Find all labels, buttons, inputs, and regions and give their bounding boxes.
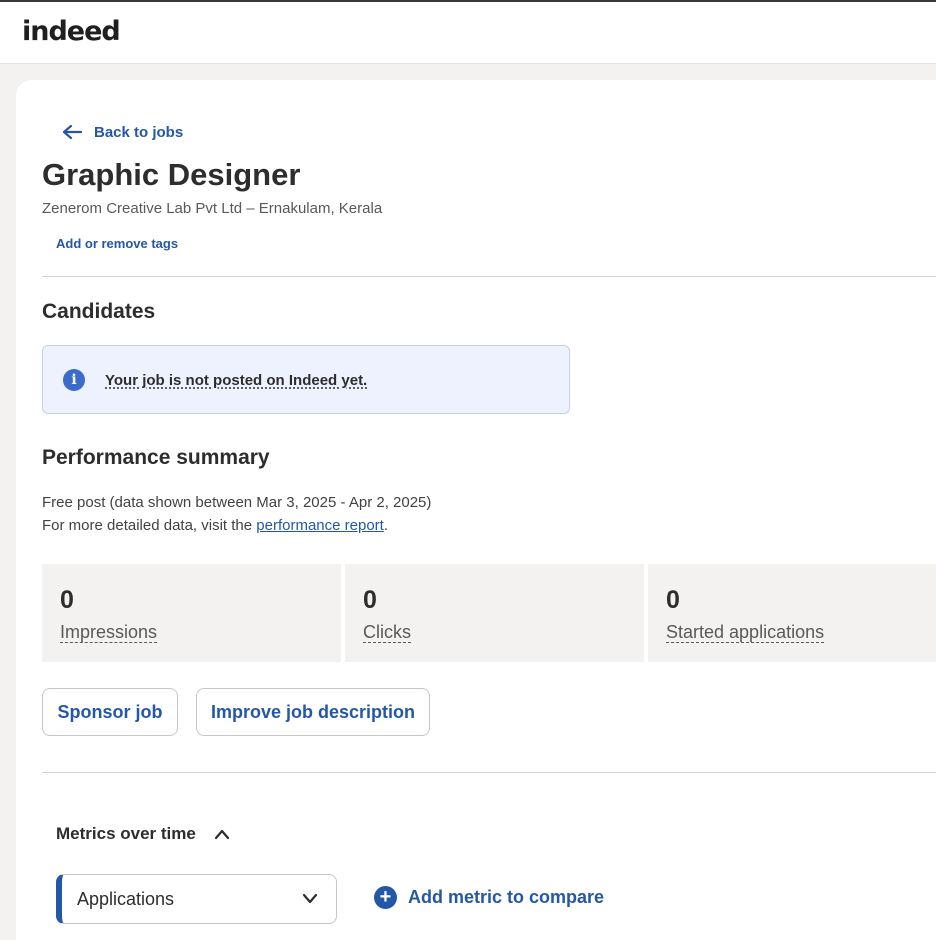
- sponsor-job-button[interactable]: Sponsor job: [42, 688, 178, 736]
- candidates-heading: Candidates: [42, 300, 156, 323]
- performance-summary-heading: Performance summary: [42, 446, 270, 469]
- performance-report-line: For more detailed data, visit the perfor…: [42, 517, 388, 534]
- chevron-up-icon: [214, 829, 229, 840]
- add-metric-label: Add metric to compare: [408, 887, 605, 907]
- performance-date-range: Free post (data shown between Mar 3, 202…: [42, 494, 432, 511]
- info-icon: i: [63, 369, 85, 391]
- improve-job-description-button[interactable]: Improve job description: [196, 688, 430, 736]
- stat-label[interactable]: Started applications: [666, 622, 824, 643]
- back-to-jobs-link[interactable]: Back to jobs: [62, 122, 183, 142]
- not-posted-notice: i Your job is not posted on Indeed yet.: [42, 345, 570, 414]
- stat-value: 0: [60, 586, 74, 614]
- metric-select-value: Applications: [77, 889, 175, 909]
- stat-label[interactable]: Impressions: [60, 622, 157, 643]
- stat-impressions: 0 Impressions: [42, 564, 341, 662]
- stat-value: 0: [363, 586, 377, 614]
- section-divider: [42, 276, 936, 277]
- plus-circle-icon: +: [374, 886, 397, 909]
- stat-started-applications: 0 Started applications: [648, 564, 936, 662]
- add-metric-button[interactable]: + Add metric to compare: [374, 886, 604, 909]
- back-to-jobs-label: Back to jobs: [94, 123, 184, 141]
- performance-report-suffix: .: [383, 517, 389, 534]
- stat-label[interactable]: Clicks: [363, 622, 411, 643]
- arrow-left-icon: [62, 124, 82, 140]
- metrics-over-time-toggle[interactable]: Metrics over time: [56, 824, 230, 844]
- indeed-logo[interactable]: indeed: [22, 16, 121, 47]
- performance-report-link[interactable]: performance report: [256, 517, 384, 534]
- stat-value: 0: [666, 586, 680, 614]
- top-bar: indeed: [0, 0, 936, 64]
- section-divider: [42, 772, 936, 773]
- chevron-down-icon: [302, 893, 318, 904]
- add-remove-tags-link[interactable]: Add or remove tags: [56, 236, 178, 251]
- stat-clicks: 0 Clicks: [345, 564, 644, 662]
- company-location: Zenerom Creative Lab Pvt Ltd – Ernakulam…: [42, 200, 383, 217]
- job-title: Graphic Designer: [42, 157, 301, 192]
- metrics-over-time-heading: Metrics over time: [56, 824, 196, 843]
- not-posted-text[interactable]: Your job is not posted on Indeed yet.: [105, 372, 367, 389]
- metric-select[interactable]: Applications: [56, 874, 337, 924]
- performance-report-prefix: For more detailed data, visit the: [42, 517, 257, 534]
